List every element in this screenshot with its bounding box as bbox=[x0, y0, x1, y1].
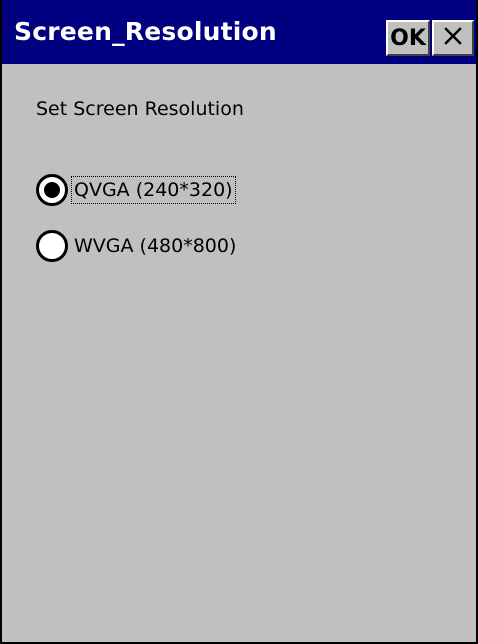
close-button[interactable] bbox=[432, 20, 474, 56]
radio-button-qvga[interactable] bbox=[36, 174, 68, 206]
radio-selected-dot bbox=[44, 182, 60, 198]
ok-button[interactable]: OK bbox=[386, 20, 430, 56]
dialog-window: Screen_Resolution OK Set Screen Resoluti… bbox=[0, 0, 478, 644]
ok-button-label: OK bbox=[390, 25, 426, 51]
close-icon bbox=[443, 26, 463, 50]
window-title: Screen_Resolution bbox=[14, 17, 277, 46]
section-heading: Set Screen Resolution bbox=[36, 98, 244, 120]
title-bar: Screen_Resolution OK bbox=[2, 0, 476, 64]
radio-option-qvga[interactable]: QVGA (240*320) bbox=[36, 172, 236, 208]
radio-label-wvga[interactable]: WVGA (480*800) bbox=[72, 233, 238, 259]
radio-label-qvga[interactable]: QVGA (240*320) bbox=[71, 176, 236, 204]
radio-option-wvga[interactable]: WVGA (480*800) bbox=[36, 228, 238, 264]
radio-button-wvga[interactable] bbox=[36, 230, 68, 262]
